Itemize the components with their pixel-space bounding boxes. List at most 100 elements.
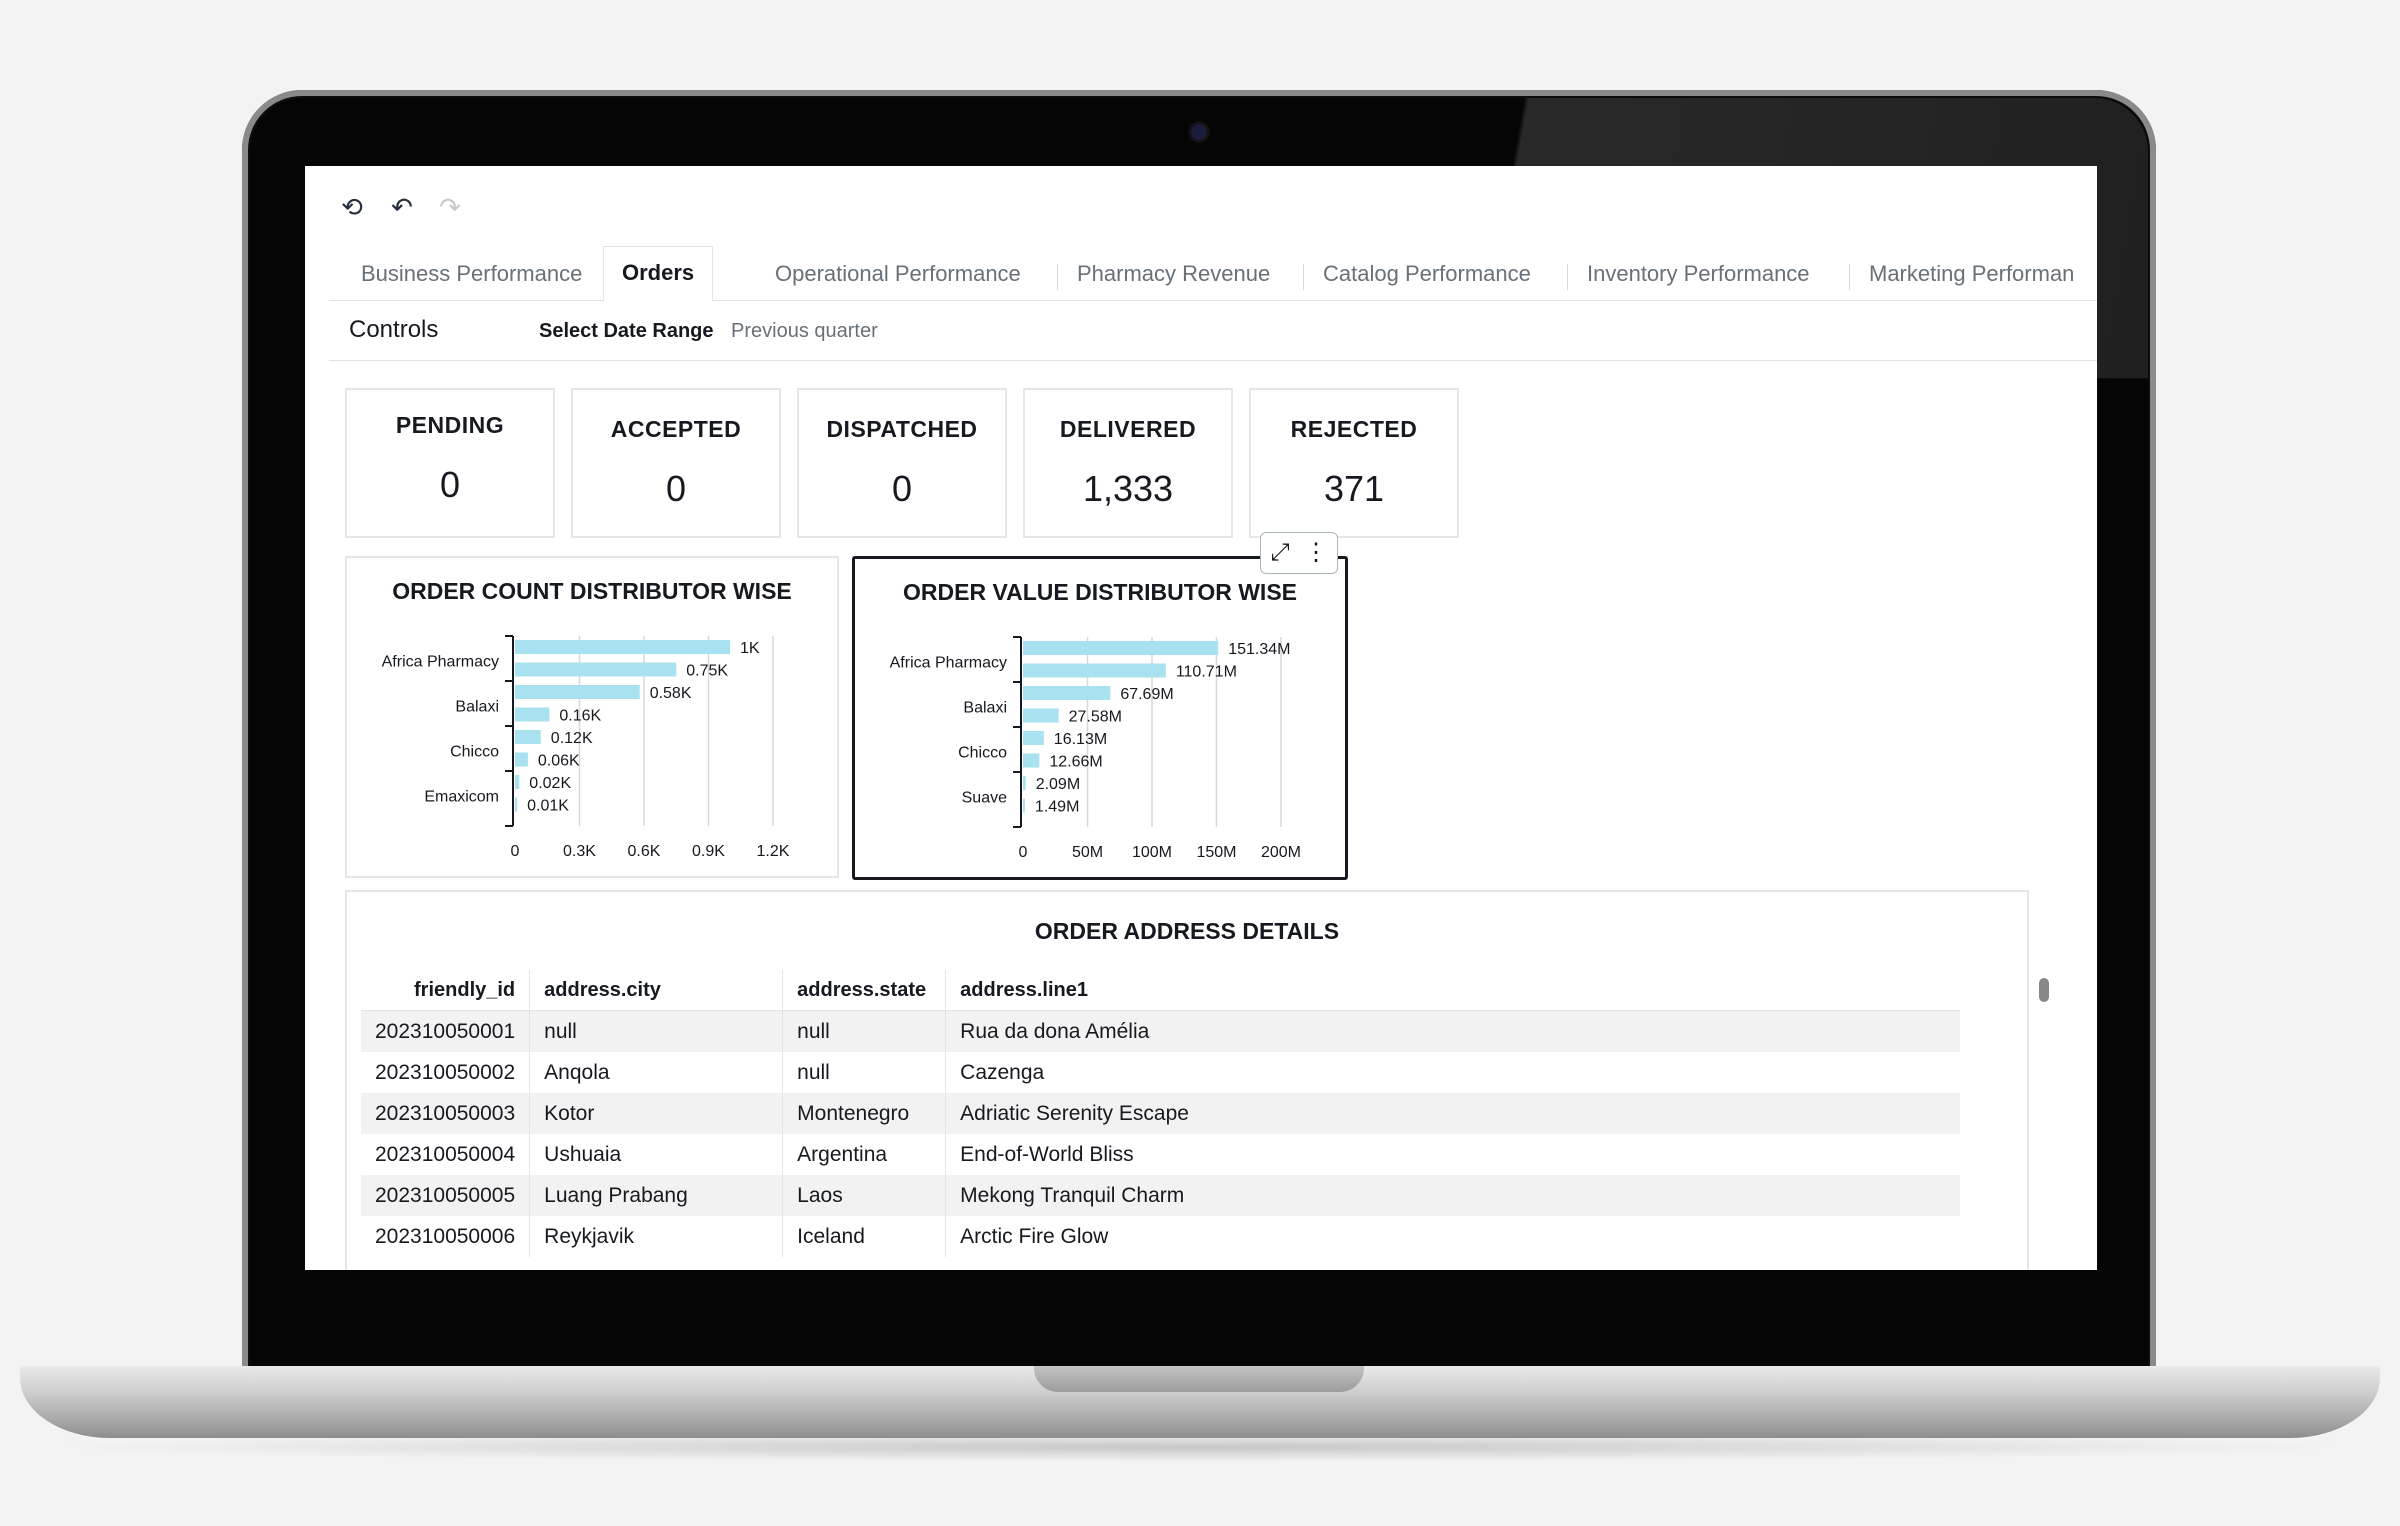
kpi-accepted[interactable]: ACCEPTED 0 — [571, 388, 781, 538]
order-count-chart[interactable]: ORDER COUNT DISTRIBUTOR WISE 0 0.3K 0.6K 0.… — [345, 556, 839, 878]
cell-line1: Cazenga — [960, 1060, 1045, 1084]
table-title: ORDER ADDRESS DETAILS — [1034, 918, 1340, 944]
sheet-tabs: Business Performance Orders Operational … — [329, 246, 2097, 302]
data-label: 0.58K — [650, 685, 692, 702]
tab-separator — [1057, 264, 1058, 290]
y-tick-label: Chicco — [958, 745, 1007, 762]
bar — [1023, 663, 1166, 678]
x-tick-label: 0.6K — [628, 843, 661, 860]
kpi-title: DELIVERED — [1059, 416, 1197, 442]
bar — [515, 685, 640, 699]
cell-state: Laos — [782, 1175, 947, 1216]
bar — [515, 730, 541, 744]
x-tick-label: 1.2K — [757, 843, 790, 860]
column-header-line1[interactable]: address.line1 — [945, 970, 1961, 1011]
cell-friendly-id: 202310050001 — [361, 1010, 531, 1052]
x-tick-label: 200M — [1261, 844, 1301, 861]
bar — [1023, 798, 1025, 813]
tab-catalog-performance[interactable]: Catalog Performance — [1323, 248, 1531, 300]
laptop-notch — [1034, 1366, 1364, 1392]
x-tick-label: 150M — [1196, 844, 1236, 861]
tab-separator — [1303, 264, 1304, 290]
x-tick-label: 50M — [1072, 844, 1103, 861]
tab-orders[interactable]: Orders — [603, 246, 714, 302]
order-value-bar-chart: 0 50M 100M 150M 200M 151.34M 110.71M67.69M 27.5… — [890, 636, 1301, 861]
x-tick-label: 100M — [1132, 844, 1172, 861]
x-tick-label: 0 — [511, 843, 520, 860]
cell-state: null — [782, 1052, 947, 1093]
data-label: 0.12K — [551, 730, 593, 747]
data-label: 1K — [740, 640, 760, 657]
date-range-select[interactable]: Previous quarter — [731, 320, 878, 343]
kpi-value: 0 — [891, 468, 913, 509]
kpi-dispatched[interactable]: DISPATCHED 0 — [797, 388, 1007, 538]
kpi-title: REJECTED — [1290, 416, 1418, 442]
kpi-pending[interactable]: PENDING 0 — [345, 388, 555, 538]
order-address-table: friendly_id address.city address.state a… — [361, 970, 1961, 1257]
cell-state: Montenegro — [782, 1093, 947, 1134]
kpi-rejected[interactable]: REJECTED 371 — [1249, 388, 1459, 538]
cell-city: Luang Prabang — [529, 1175, 784, 1216]
column-header-state[interactable]: address.state — [782, 970, 947, 1011]
chart-title: ORDER COUNT DISTRIBUTOR WISE — [392, 578, 792, 604]
data-label: 67.69M — [1120, 686, 1173, 703]
cell-line1: Rua da dona Amélia — [945, 1010, 1961, 1052]
kpi-value: 371 — [1323, 468, 1385, 509]
expand-icon[interactable]: ⤢ — [1263, 537, 1297, 569]
bar — [515, 775, 520, 789]
table-scrollbar[interactable] — [2039, 978, 2049, 1002]
tab-operational-performance[interactable]: Operational Performance — [775, 248, 1021, 300]
data-label: 110.71M — [1176, 664, 1237, 681]
data-label: 0.02K — [529, 775, 571, 792]
order-count-bar-chart: 0 0.3K 0.6K 0.9K 1.2K 1K 0.75K 0.58K 0.16K 0.12K 0… — [382, 635, 790, 860]
table-row[interactable]: 202310050004 Ushuaia Argentina End-of-Wo… — [361, 1134, 1960, 1175]
more-options-icon[interactable]: ⋮ — [1299, 537, 1333, 569]
tab-separator — [1567, 264, 1568, 290]
bar — [515, 707, 550, 722]
data-label: 0.16K — [559, 708, 601, 725]
cell-friendly-id: 202310050005 — [361, 1175, 531, 1216]
kpi-value: 0 — [665, 468, 687, 509]
kpi-delivered[interactable]: DELIVERED 1,333 — [1023, 388, 1233, 538]
tab-pharmacy-revenue[interactable]: Pharmacy Revenue — [1077, 248, 1270, 300]
data-label: 0.75K — [686, 663, 728, 680]
reset-icon[interactable]: ⟲ — [337, 192, 367, 222]
kpi-value: 1,333 — [1082, 468, 1174, 509]
cell-city: Kotor — [529, 1093, 784, 1134]
y-tick-label: Balaxi — [455, 699, 499, 716]
x-tick-label: 0.9K — [692, 843, 725, 860]
table-row[interactable]: 202310050001 null null Rua da dona Améli… — [361, 1010, 1961, 1052]
data-label: 2.09M — [1036, 776, 1080, 793]
tab-separator — [1849, 264, 1850, 290]
table-row[interactable]: 202310050002 Anqola null Cazenga — [361, 1052, 1960, 1093]
cell-city: Reykjavik — [529, 1216, 784, 1257]
y-tick-label: Suave — [962, 790, 1007, 807]
undo-icon[interactable]: ↶ — [387, 192, 417, 222]
kpi-title: ACCEPTED — [610, 416, 742, 442]
table-row[interactable]: 202310050003 Kotor Montenegro Adriatic S… — [361, 1093, 1961, 1134]
column-header-city[interactable]: address.city — [529, 970, 784, 1011]
table-row[interactable]: 202310050006 Reykjavik Iceland Arctic Fi… — [361, 1216, 1960, 1257]
bar — [515, 662, 677, 677]
y-tick-label: Emaxicom — [424, 789, 499, 806]
tab-marketing-performance[interactable]: Marketing Performan — [1869, 248, 2074, 300]
bar — [1023, 708, 1059, 723]
bar — [515, 752, 528, 767]
tab-inventory-performance[interactable]: Inventory Performance — [1587, 248, 1810, 300]
cell-friendly-id: 202310050004 — [361, 1134, 531, 1175]
visual-menu: ⤢ ⋮ — [1260, 532, 1338, 574]
cell-friendly-id: 202310050006 — [361, 1216, 531, 1257]
cell-state: Iceland — [782, 1216, 947, 1257]
order-value-chart[interactable]: ORDER VALUE DISTRIBUTOR WISE 0 50M 100M 150… — [852, 556, 1348, 880]
webcam — [1191, 124, 1207, 140]
kpi-title: PENDING — [395, 412, 505, 438]
data-label: 0.01K — [527, 798, 569, 815]
controls-toggle[interactable]: Controls — [349, 316, 438, 344]
table-row[interactable]: 202310050005 Luang Prabang Laos Mekong T… — [361, 1175, 1961, 1216]
tab-business-performance[interactable]: Business Performance — [361, 248, 582, 300]
y-tick-label: Africa Pharmacy — [382, 654, 499, 671]
bar — [1023, 731, 1044, 745]
cell-city: Ushuaia — [529, 1134, 784, 1175]
column-header-friendly-id[interactable]: friendly_id — [361, 970, 531, 1011]
bar — [515, 797, 518, 812]
